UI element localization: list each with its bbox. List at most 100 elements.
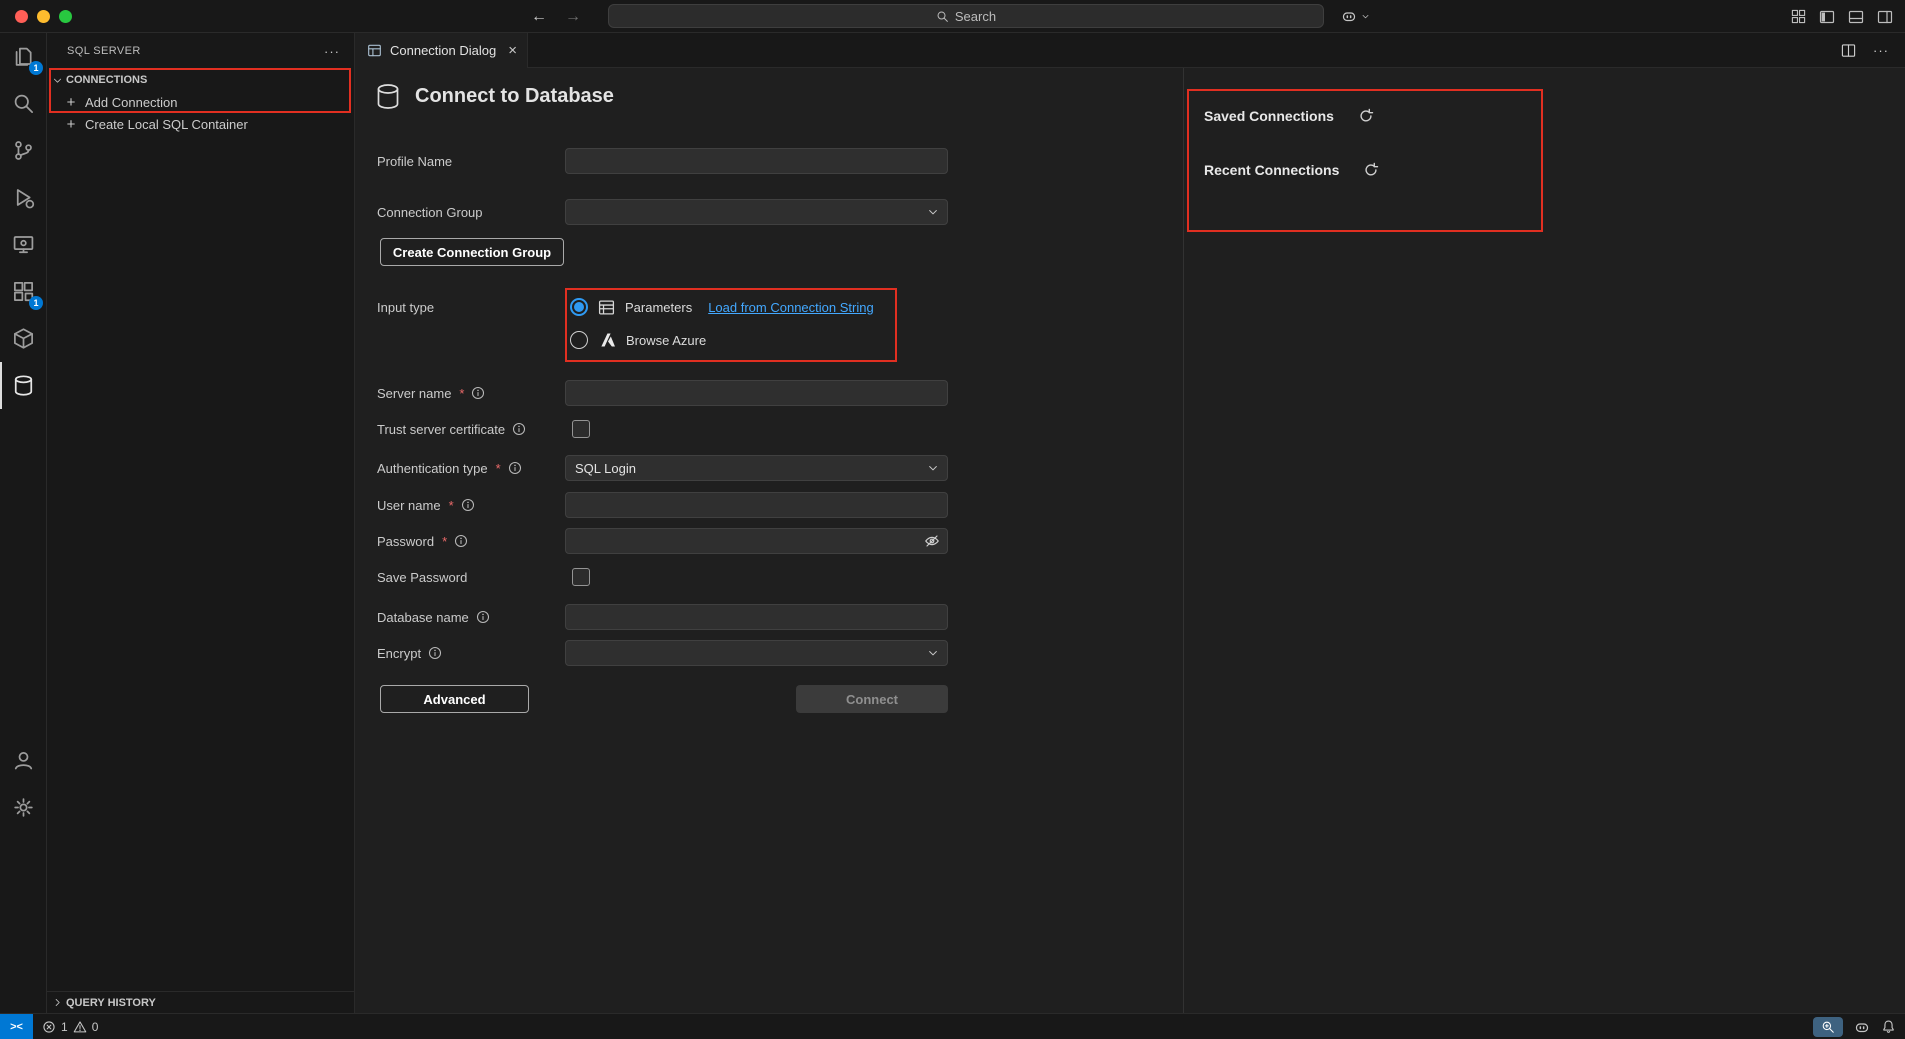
required-marker: * — [459, 386, 464, 401]
database-name-label: Database name — [377, 604, 490, 630]
plus-icon: + — [64, 116, 78, 133]
user-name-field-wrap — [565, 492, 948, 518]
activity-extensions[interactable]: 1 — [0, 268, 47, 315]
info-icon[interactable] — [428, 646, 442, 660]
database-name-input[interactable] — [565, 604, 948, 630]
sql-server-icon — [12, 374, 35, 397]
connections-section-label: CONNECTIONS — [66, 74, 147, 86]
toggle-secondary-sidebar-icon[interactable] — [1877, 9, 1893, 25]
authentication-type-value: SQL Login — [575, 461, 636, 476]
profile-name-input[interactable] — [565, 148, 948, 174]
required-marker: * — [449, 498, 454, 513]
database-name-field-wrap — [565, 604, 948, 630]
connection-dialog-webview: Connect to Database Profile Name Connect… — [355, 68, 1905, 1013]
account-icon — [12, 749, 35, 772]
load-from-connection-string-link[interactable]: Load from Connection String — [708, 300, 873, 315]
forward-arrow-icon[interactable]: → — [565, 8, 581, 26]
sidebar-more-actions-icon[interactable]: ··· — [324, 44, 340, 59]
copilot-status-icon[interactable] — [1854, 1019, 1870, 1035]
search-icon — [12, 92, 35, 115]
toggle-primary-sidebar-icon[interactable] — [1819, 9, 1835, 25]
remote-icon: >< — [10, 1021, 23, 1033]
user-name-input[interactable] — [565, 492, 948, 518]
activity-bar-bottom — [0, 737, 47, 831]
saved-connections-label: Saved Connections — [1204, 108, 1334, 124]
connections-side-panel: Saved Connections Recent Connections — [1183, 68, 1905, 1013]
recent-connections-label: Recent Connections — [1204, 162, 1339, 178]
user-name-label: User name * — [377, 492, 475, 518]
connection-group-label: Connection Group — [377, 199, 483, 225]
refresh-icon[interactable] — [1363, 162, 1379, 178]
save-password-checkbox[interactable] — [572, 568, 590, 586]
notifications-bell-icon[interactable] — [1881, 1019, 1896, 1034]
customize-layout-icon[interactable] — [1791, 9, 1806, 24]
save-password-label: Save Password — [377, 564, 467, 590]
chevron-right-icon — [52, 997, 63, 1008]
add-connection-item[interactable]: + Add Connection — [47, 91, 354, 113]
remote-indicator[interactable]: >< — [0, 1014, 33, 1039]
copilot-menu-button[interactable] — [1341, 4, 1370, 28]
zoom-in-icon — [1821, 1020, 1835, 1034]
info-icon[interactable] — [476, 610, 490, 624]
info-icon[interactable] — [471, 386, 485, 400]
info-icon[interactable] — [512, 422, 526, 436]
editor-more-actions-icon[interactable]: ··· — [1873, 43, 1889, 58]
tab-close-icon[interactable]: × — [508, 42, 517, 59]
error-count: 1 — [61, 1020, 68, 1034]
activity-source-control[interactable] — [0, 127, 47, 174]
chevron-down-icon — [927, 647, 939, 659]
query-history-section-header[interactable]: QUERY HISTORY — [47, 991, 354, 1013]
split-editor-icon[interactable] — [1841, 43, 1856, 58]
activity-containers[interactable] — [0, 315, 47, 362]
authentication-type-field-wrap: SQL Login — [565, 455, 948, 481]
window-close-button[interactable] — [15, 10, 28, 23]
required-marker: * — [496, 461, 501, 476]
info-icon[interactable] — [461, 498, 475, 512]
activity-remote-explorer[interactable] — [0, 221, 47, 268]
encrypt-field-wrap — [565, 640, 948, 666]
plus-icon: + — [64, 94, 78, 111]
tab-connection-dialog[interactable]: Connection Dialog × — [355, 33, 528, 68]
connection-dialog-tab-icon — [367, 43, 382, 58]
parameters-radio[interactable] — [570, 298, 588, 316]
create-connection-group-button[interactable]: Create Connection Group — [380, 238, 564, 266]
password-field-wrap — [565, 528, 948, 554]
back-arrow-icon[interactable]: ← — [531, 8, 547, 26]
password-input[interactable] — [565, 528, 948, 554]
info-icon[interactable] — [508, 461, 522, 475]
activity-explorer[interactable]: 1 — [0, 33, 47, 80]
server-name-input[interactable] — [565, 380, 948, 406]
toggle-panel-icon[interactable] — [1848, 9, 1864, 25]
connection-group-select[interactable] — [565, 199, 948, 225]
browse-azure-radio[interactable] — [570, 331, 588, 349]
input-type-label: Input type — [377, 294, 434, 320]
error-icon — [42, 1020, 56, 1034]
trust-certificate-checkbox[interactable] — [572, 420, 590, 438]
info-icon[interactable] — [454, 534, 468, 548]
refresh-icon[interactable] — [1358, 108, 1374, 124]
problems-status-item[interactable]: 1 0 — [42, 1020, 98, 1034]
parameters-label: Parameters — [625, 300, 692, 315]
zoom-status-item[interactable] — [1813, 1017, 1843, 1037]
sidebar-title: SQL SERVER — [67, 45, 324, 57]
authentication-type-select[interactable]: SQL Login — [565, 455, 948, 481]
connect-button[interactable]: Connect — [796, 685, 948, 713]
authentication-type-label: Authentication type * — [377, 455, 522, 481]
required-marker: * — [442, 534, 447, 549]
activity-run-debug[interactable] — [0, 174, 47, 221]
toggle-password-visibility-icon[interactable] — [924, 533, 940, 549]
sql-server-sidebar: SQL SERVER ··· CONNECTIONS + Add Connect… — [47, 33, 355, 1013]
advanced-button[interactable]: Advanced — [380, 685, 529, 713]
chevron-down-icon — [1361, 12, 1370, 21]
activity-accounts[interactable] — [0, 737, 47, 784]
window-zoom-button[interactable] — [59, 10, 72, 23]
connections-section-header[interactable]: CONNECTIONS — [47, 69, 354, 91]
encrypt-select[interactable] — [565, 640, 948, 666]
activity-sql-server[interactable] — [0, 362, 47, 409]
activity-settings[interactable] — [0, 784, 47, 831]
window-minimize-button[interactable] — [37, 10, 50, 23]
command-center-search[interactable]: Search — [608, 4, 1324, 28]
activity-search[interactable] — [0, 80, 47, 127]
dialog-header: Connect to Database — [375, 82, 614, 111]
create-local-sql-container-item[interactable]: + Create Local SQL Container — [47, 113, 354, 135]
